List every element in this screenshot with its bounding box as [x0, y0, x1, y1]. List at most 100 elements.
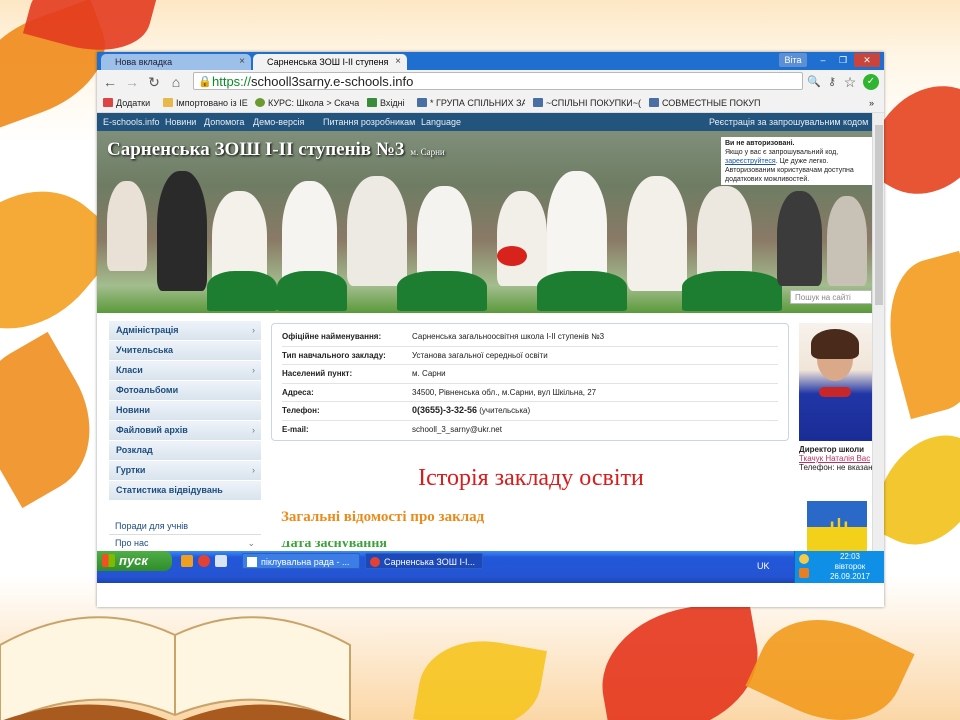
close-icon[interactable]: ×	[395, 54, 401, 70]
nav-register[interactable]: Реєстрація за запрошувальним кодом	[709, 113, 868, 131]
info-row: E-mail: schooll_3_sarny@ukr.net	[282, 421, 778, 439]
info-row: Тип навчального закладу: Установа загальн…	[282, 347, 778, 365]
sidebar-item-classes[interactable]: Класи ›	[109, 361, 261, 381]
sidebar-item-file-archive[interactable]: Файловий архів ›	[109, 421, 261, 441]
key-icon[interactable]: ⚷	[823, 73, 841, 91]
tray-icon[interactable]	[799, 568, 809, 578]
browser-toolbar: ← → ↻ ⌂ 🔒 https://schooll3sarny.e-school…	[97, 70, 884, 94]
sidebar-item-schedule[interactable]: Розклад	[109, 441, 261, 461]
photo-figure	[537, 271, 627, 311]
chrome-icon[interactable]	[198, 555, 210, 567]
trident-icon: ψ	[829, 511, 849, 542]
home-icon[interactable]: ⌂	[167, 73, 185, 91]
photo-figure	[347, 176, 407, 286]
school-title: Сарненська ЗОШ І-ІІ ступенів №3 м. Сарни	[107, 139, 445, 160]
page-content: Адміністрація › Учительська Класи › Фотоал…	[97, 313, 872, 551]
system-tray: 22:03 вівторок 26.09.2017	[794, 551, 884, 583]
photo-figure	[497, 191, 547, 286]
sidebar-item-photo-albums[interactable]: Фотоальбоми	[109, 381, 261, 401]
sidebar-item-statistics[interactable]: Статистика відвідувань	[109, 481, 261, 501]
close-icon[interactable]: ×	[239, 54, 245, 70]
sidebar-item-administration[interactable]: Адміністрація ›	[109, 321, 261, 341]
site-top-nav: E-schools.info Новини Допомога Демо-верс…	[97, 113, 872, 131]
bookmark-apps[interactable]: Додатки	[103, 94, 159, 112]
bookmark-course[interactable]: КУРС: Школа > Скача	[255, 94, 359, 112]
photo-figure	[277, 271, 347, 311]
close-window-icon[interactable]: ✕	[854, 53, 880, 67]
chevron-down-icon: ⌄	[247, 538, 255, 548]
url-host: schooll3sarny.e-schools.info	[251, 74, 414, 89]
link-about-us[interactable]: Про нас ⌄	[109, 535, 261, 551]
chrome-icon	[370, 557, 380, 567]
desktop-icon[interactable]	[215, 555, 227, 567]
necklace-shape	[819, 387, 851, 397]
director-name-link[interactable]: Ткачук Наталія Вас	[799, 454, 872, 463]
language-indicator[interactable]: UK	[757, 561, 770, 571]
sidebar-item-teachers[interactable]: Учительська	[109, 341, 261, 361]
email-link[interactable]: schooll_3_sarny@ukr.net	[412, 421, 502, 438]
clock-time[interactable]: 22:03	[815, 552, 884, 561]
url-scheme: https://	[212, 74, 252, 89]
link-student-tips[interactable]: Поради для учнів	[109, 518, 261, 535]
info-row: Офіційне найменування: Сарненська загальн…	[282, 328, 778, 347]
chevron-right-icon: ›	[252, 325, 255, 335]
login-text: Якщо у вас є запрошувальний код,	[725, 149, 839, 156]
register-link[interactable]: зареєструйтеся	[725, 158, 776, 165]
autumn-leaf-decoration	[590, 597, 770, 720]
nav-questions[interactable]: Питання розробникам	[323, 113, 415, 131]
hair-shape	[811, 329, 859, 359]
tab-label: Нова вкладка	[115, 57, 173, 67]
star-icon[interactable]: ☆	[841, 73, 859, 91]
bookmark-inbox[interactable]: Вхідні	[367, 94, 413, 112]
chevron-right-icon: ›	[252, 465, 255, 475]
nav-news[interactable]: Новини	[165, 113, 196, 131]
clock-day: вівторок	[834, 562, 866, 571]
profile-badge[interactable]: Віта	[779, 53, 807, 67]
start-button[interactable]: пуск	[97, 551, 172, 571]
taskbar-item-document[interactable]: піклувальна рада - ...	[242, 553, 360, 569]
back-icon[interactable]: ←	[101, 73, 119, 91]
extension-check-icon[interactable]: ✓	[863, 74, 879, 90]
site-search-input[interactable]: Пошук на сайті	[790, 290, 872, 304]
login-notice: Ви не авторизовані. Якщо у вас є запрошу…	[721, 137, 872, 185]
nav-eschools[interactable]: E-schools.info	[103, 113, 160, 131]
tray-icon[interactable]	[799, 554, 809, 564]
bookmark-group[interactable]: * ГРУПА СПІЛЬНИХ ЗА	[417, 94, 525, 112]
reload-icon[interactable]: ↻	[145, 73, 163, 91]
tab-school[interactable]: Сарненська ЗОШ І-ІІ ступеня ×	[253, 54, 407, 70]
forward-icon[interactable]: →	[123, 73, 141, 91]
sidebar-item-news[interactable]: Новини	[109, 401, 261, 421]
quicklaunch-icon[interactable]	[181, 555, 193, 567]
windows-logo-icon	[102, 554, 115, 567]
address-bar[interactable]: 🔒 https://schooll3sarny.e-schools.info	[193, 72, 803, 90]
sidebar-item-clubs[interactable]: Гуртки ›	[109, 461, 261, 481]
mail-icon	[367, 98, 377, 107]
autumn-leaf-decoration	[872, 250, 960, 420]
ukraine-flag: ψ	[807, 501, 867, 551]
page-scrollbar[interactable]	[872, 113, 884, 551]
taskbar-item-browser[interactable]: Сарненська ЗОШ І-І...	[365, 553, 483, 569]
clock-date: 26.09.2017	[829, 572, 871, 581]
scrollbar-thumb[interactable]	[875, 125, 883, 305]
tab-new[interactable]: Нова вкладка ×	[101, 54, 251, 70]
sidebar-menu: Адміністрація › Учительська Класи › Фотоал…	[109, 321, 261, 501]
photo-figure	[827, 196, 867, 286]
director-photo	[799, 323, 872, 441]
bookmark-joint-purchases[interactable]: ~СПІЛЬНІ ПОКУПКИ~(	[533, 94, 641, 112]
nav-help[interactable]: Допомога	[204, 113, 244, 131]
photo-figure	[627, 176, 687, 291]
vk-icon	[417, 98, 427, 107]
info-row: Адреса: 34500, Рівненська обл., м.Сарни, …	[282, 384, 778, 402]
folder-icon	[163, 98, 173, 107]
bookmarks-more[interactable]: »	[869, 94, 881, 112]
bookmark-imported[interactable]: Імпортовано із IE	[163, 94, 249, 112]
founding-heading: Дата заснування	[281, 541, 401, 547]
nav-language[interactable]: Language	[421, 113, 461, 131]
bookmark-sovmestnye[interactable]: СОВМЕСТНЫЕ ПОКУПК	[649, 94, 761, 112]
minimize-icon[interactable]: –	[813, 53, 833, 67]
maximize-icon[interactable]: ❐	[833, 53, 853, 67]
chevron-right-icon: ›	[252, 425, 255, 435]
zoom-icon[interactable]: 🔍	[805, 73, 823, 91]
nav-demo[interactable]: Демо-версія	[253, 113, 304, 131]
photo-figure	[157, 171, 207, 291]
